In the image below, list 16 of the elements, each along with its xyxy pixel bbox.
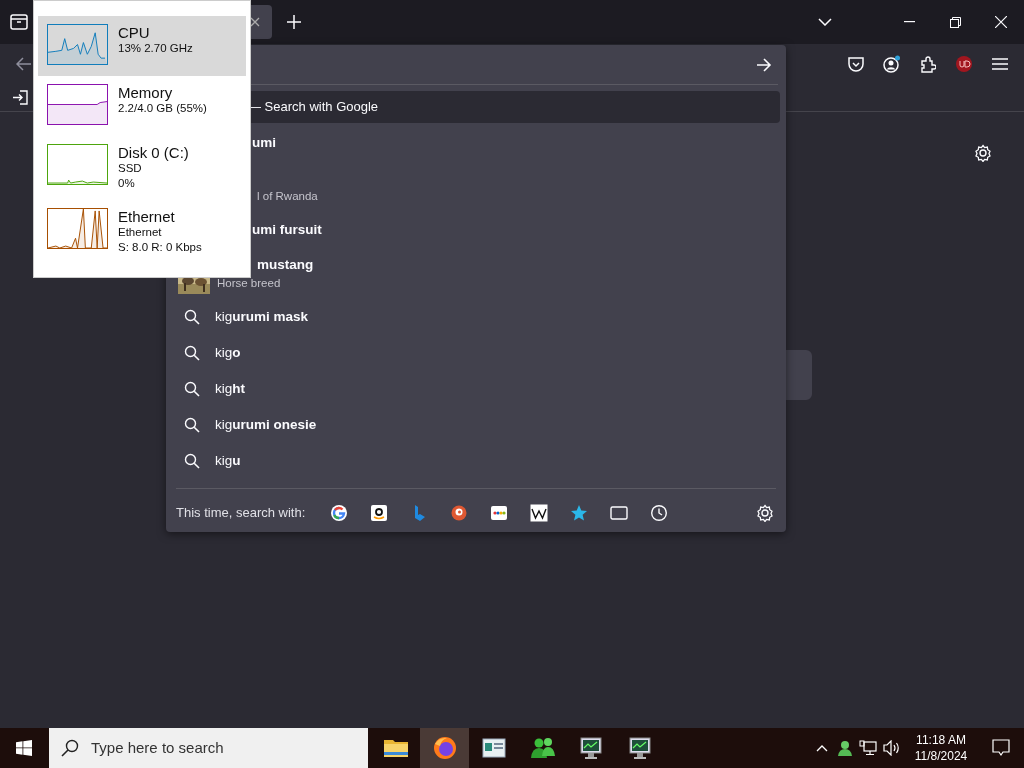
item-detail: 13% 2.70 GHz — [118, 41, 193, 56]
item-name: CPU — [118, 24, 151, 41]
item-detail: Ethernet — [118, 225, 163, 240]
result-subtitle: Horse breed — [217, 276, 281, 291]
item-detail: S: 8.0 R: 0 Kbps — [118, 240, 202, 255]
search-with-label: This time, search with: — [176, 503, 306, 522]
result-subtitle: l of Rwanda — [257, 189, 318, 204]
item-detail: 0% — [118, 176, 136, 191]
placeholder-text: Type here to search — [91, 737, 224, 758]
clock-time: 11:18 AM — [915, 732, 967, 748]
clock-date: 11/8/2024 — [913, 748, 969, 764]
item-name: Ethernet — [118, 208, 176, 225]
item-name: Disk 0 (C:) — [118, 144, 189, 161]
item-detail: 2.2/4.0 GB (55%) — [118, 101, 207, 116]
item-detail: SSD — [118, 161, 143, 176]
item-name: Memory — [118, 84, 174, 101]
